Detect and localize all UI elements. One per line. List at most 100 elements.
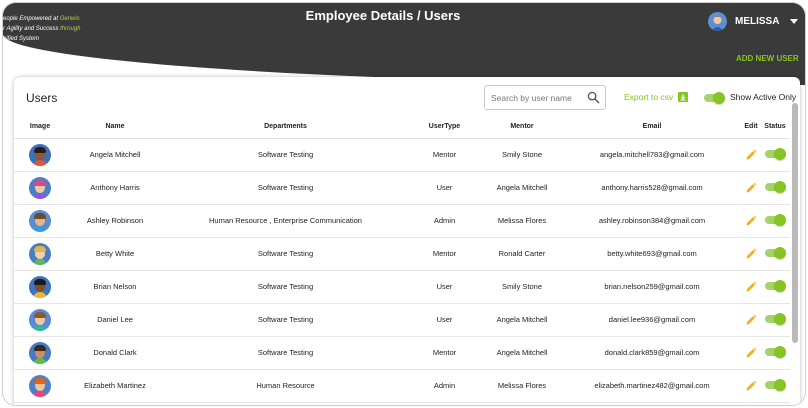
status-toggle[interactable] (765, 213, 786, 226)
cell-mentor: Smily Stone (482, 270, 562, 304)
col-departments: Departments (164, 116, 407, 139)
user-avatar (29, 341, 51, 364)
cell-departments: Software Testing (164, 237, 407, 271)
search-icon[interactable] (587, 91, 600, 104)
export-csv-link[interactable]: Export to csv (624, 92, 689, 102)
user-avatar (29, 308, 51, 331)
cell-usertype: User (407, 171, 482, 205)
cell-departments: Software Testing (164, 138, 407, 172)
cell-departments: Software Testing (164, 171, 407, 205)
table-row: Elizabeth Martinez Human Resource Admin … (14, 369, 790, 403)
cell-name: Angela Mitchell (66, 138, 164, 172)
user-avatar (29, 209, 51, 232)
cell-mentor: Angela Mitchell (482, 171, 562, 205)
active-only-label: Show Active Only (730, 92, 797, 102)
table-row: Betty White Software Testing Mentor Rona… (14, 237, 790, 271)
page-title: Employee Details / Users (305, 8, 461, 23)
cell-name: Brian Nelson (66, 270, 164, 304)
status-toggle[interactable] (765, 279, 786, 292)
pencil-icon[interactable] (745, 281, 757, 293)
cell-email: donald.clark859@gmail.com (562, 336, 742, 370)
cell-mentor: Melissa Flores (482, 204, 562, 238)
table-row: Anthony Harris Software Testing User Ang… (14, 171, 790, 205)
user-avatar (29, 176, 51, 199)
cell-name: Anthony Harris (66, 171, 164, 205)
pencil-icon[interactable] (745, 314, 757, 326)
pencil-icon[interactable] (745, 182, 757, 194)
cell-departments: Human Resource , Enterprise Communicatio… (164, 204, 407, 238)
table-row: Brian Nelson Software Testing User Smily… (14, 270, 790, 304)
cell-name: Ashley Robinson (66, 204, 164, 238)
cell-name: Elizabeth Martinez (66, 369, 164, 403)
table-row: Daniel Lee Software Testing User Angela … (14, 303, 790, 337)
pencil-icon[interactable] (745, 380, 757, 392)
status-toggle[interactable] (765, 246, 786, 259)
avatar (708, 11, 727, 31)
table-row: Ashley Robinson Human Resource , Enterpr… (14, 204, 790, 238)
cell-usertype: Mentor (407, 138, 482, 172)
user-menu[interactable]: MELISSA (708, 10, 799, 32)
col-usertype: UserType (407, 116, 482, 139)
cell-departments: Software Testing (164, 303, 407, 337)
table-header-row: Image Name Departments UserType Mentor E… (14, 116, 790, 139)
cell-usertype: Admin (407, 369, 482, 403)
table-row: Angela Mitchell Software Testing Mentor … (14, 138, 790, 172)
cell-email: daniel.lee936@gmail.com (562, 303, 742, 337)
col-edit: Edit (742, 116, 760, 139)
cell-usertype: Admin (407, 204, 482, 238)
user-avatar (29, 374, 51, 397)
status-toggle[interactable] (765, 147, 786, 160)
cell-usertype: Mentor (407, 336, 482, 370)
pencil-icon[interactable] (745, 347, 757, 359)
col-image: Image (14, 116, 66, 139)
cell-name: Donald Clark (66, 336, 164, 370)
users-card: Users Export to csv Show Active Only (14, 77, 800, 405)
cell-email: angela.mitchell783@gmail.com (562, 138, 742, 172)
cell-mentor: Smily Stone (482, 138, 562, 172)
table-scrollbar[interactable] (792, 103, 798, 343)
user-avatar (29, 143, 51, 166)
cell-mentor: Angela Mitchell (482, 336, 562, 370)
cell-departments: Software Testing (164, 336, 407, 370)
export-label: Export to csv (624, 92, 674, 102)
cell-name: Daniel Lee (66, 303, 164, 337)
cell-mentor: Melissa Flores (482, 369, 562, 403)
cell-mentor: Angela Mitchell (482, 303, 562, 337)
download-icon (678, 92, 689, 102)
cell-departments: Human Resource (164, 369, 407, 403)
user-avatar (29, 242, 51, 265)
cell-mentor: Ronald Carter (482, 237, 562, 271)
active-only-toggle[interactable] (704, 92, 725, 104)
status-toggle[interactable] (765, 312, 786, 325)
col-name: Name (66, 116, 164, 139)
pencil-icon[interactable] (745, 248, 757, 260)
status-toggle[interactable] (765, 180, 786, 193)
table-row: Donald Clark Software Testing Mentor Ang… (14, 336, 790, 370)
cell-email: elizabeth.martinez482@gmail.com (562, 369, 742, 403)
cell-name: Betty White (66, 237, 164, 271)
col-status: Status (760, 116, 790, 139)
search-box[interactable] (484, 85, 606, 110)
cell-email: brian.nelson259@gmail.com (562, 270, 742, 304)
user-name: MELISSA (735, 15, 780, 27)
card-title: Users (26, 91, 58, 105)
cell-usertype: User (407, 303, 482, 337)
col-email: Email (562, 116, 742, 139)
cell-usertype: User (407, 270, 482, 304)
user-avatar (29, 275, 51, 298)
pencil-icon[interactable] (745, 215, 757, 227)
cell-usertype: Mentor (407, 237, 482, 271)
add-new-user-button[interactable]: ADD NEW USER (736, 54, 799, 63)
users-table: Image Name Departments UserType Mentor E… (14, 116, 790, 403)
cell-email: betty.white693@gmail.com (562, 237, 742, 271)
search-input[interactable] (485, 86, 581, 109)
cell-email: anthony.harris528@gmail.com (562, 171, 742, 205)
pencil-icon[interactable] (745, 149, 757, 161)
col-mentor: Mentor (482, 116, 562, 139)
cell-departments: Software Testing (164, 270, 407, 304)
status-toggle[interactable] (765, 345, 786, 358)
status-toggle[interactable] (765, 378, 786, 391)
app-window: eople Empowered at Genwis r Agility and … (2, 2, 806, 406)
cell-email: ashley.robinson384@gmail.com (562, 204, 742, 238)
chevron-down-icon[interactable] (790, 18, 799, 24)
